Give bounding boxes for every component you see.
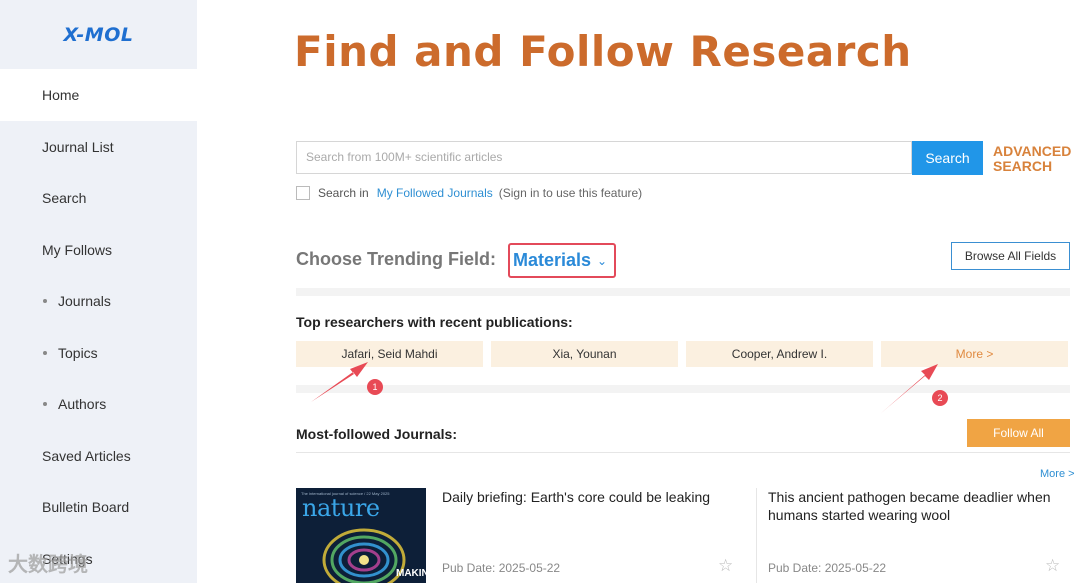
annotation-marker: 2 [932,390,948,406]
arrow-2 [880,364,938,414]
watermark: 大数跨境 [8,554,88,576]
annotation-arrows [311,362,938,414]
annotation-marker: 1 [367,379,383,395]
arrow-1 [311,362,368,402]
